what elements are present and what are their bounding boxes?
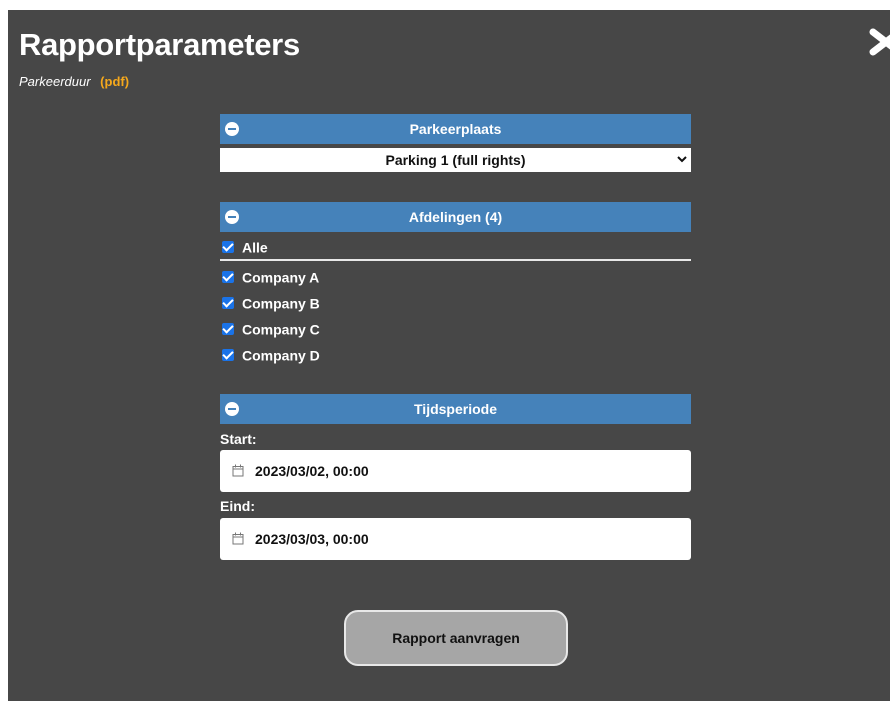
end-label: Eind: [220, 498, 255, 514]
checkbox-checked-icon[interactable] [222, 241, 234, 254]
checkbox-label: Company B [242, 295, 320, 312]
report-name: Parkeerduur [19, 74, 91, 89]
close-button[interactable] [868, 26, 890, 58]
parking-select[interactable]: Parking 1 (full rights) [220, 148, 691, 172]
section-header-period[interactable]: Tijdsperiode [220, 394, 691, 424]
parking-select-value: Parking 1 (full rights) [385, 152, 526, 168]
checkbox-row-company-b[interactable]: Company B [222, 294, 320, 314]
checkbox-row-company-d[interactable]: Company D [222, 346, 320, 366]
checkbox-row-company-a[interactable]: Company A [222, 268, 319, 288]
section-title-parking: Parkeerplaats [409, 121, 502, 137]
checkbox-label: Company D [242, 347, 320, 364]
end-date-field[interactable]: 2023/03/03, 00:00 [220, 518, 691, 560]
checkbox-row-company-c[interactable]: Company C [222, 320, 320, 340]
section-header-parking[interactable]: Parkeerplaats [220, 114, 691, 144]
checkbox-label-all: Alle [242, 239, 268, 256]
report-parameters-dialog: Rapportparameters Parkeerduur (pdf) Park… [8, 10, 890, 701]
checkbox-row-all[interactable]: Alle [222, 238, 268, 258]
start-date-value: 2023/03/02, 00:00 [255, 463, 369, 479]
calendar-icon [232, 464, 244, 477]
report-subtitle: Parkeerduur (pdf) [19, 74, 129, 90]
calendar-icon [232, 532, 244, 545]
close-icon [869, 28, 890, 56]
checkbox-checked-icon[interactable] [222, 271, 234, 284]
start-label: Start: [220, 431, 257, 447]
dialog-title: Rapportparameters [19, 27, 300, 62]
chevron-down-icon [677, 156, 687, 163]
checkbox-label: Company C [242, 321, 320, 338]
section-title-departments: Afdelingen (4) [408, 209, 503, 225]
section-header-departments[interactable]: Afdelingen (4) [220, 202, 691, 232]
checkbox-label: Company A [242, 269, 320, 286]
request-report-button[interactable]: Rapport aanvragen [344, 610, 568, 666]
section-title-period: Tijdsperiode [414, 401, 497, 417]
checkbox-checked-icon[interactable] [222, 297, 234, 310]
divider [220, 259, 691, 261]
checkbox-checked-icon[interactable] [222, 349, 234, 362]
report-format: (pdf) [100, 74, 130, 89]
end-date-value: 2023/03/03, 00:00 [255, 531, 369, 547]
start-date-field[interactable]: 2023/03/02, 00:00 [220, 450, 691, 492]
checkbox-checked-icon[interactable] [222, 323, 234, 336]
